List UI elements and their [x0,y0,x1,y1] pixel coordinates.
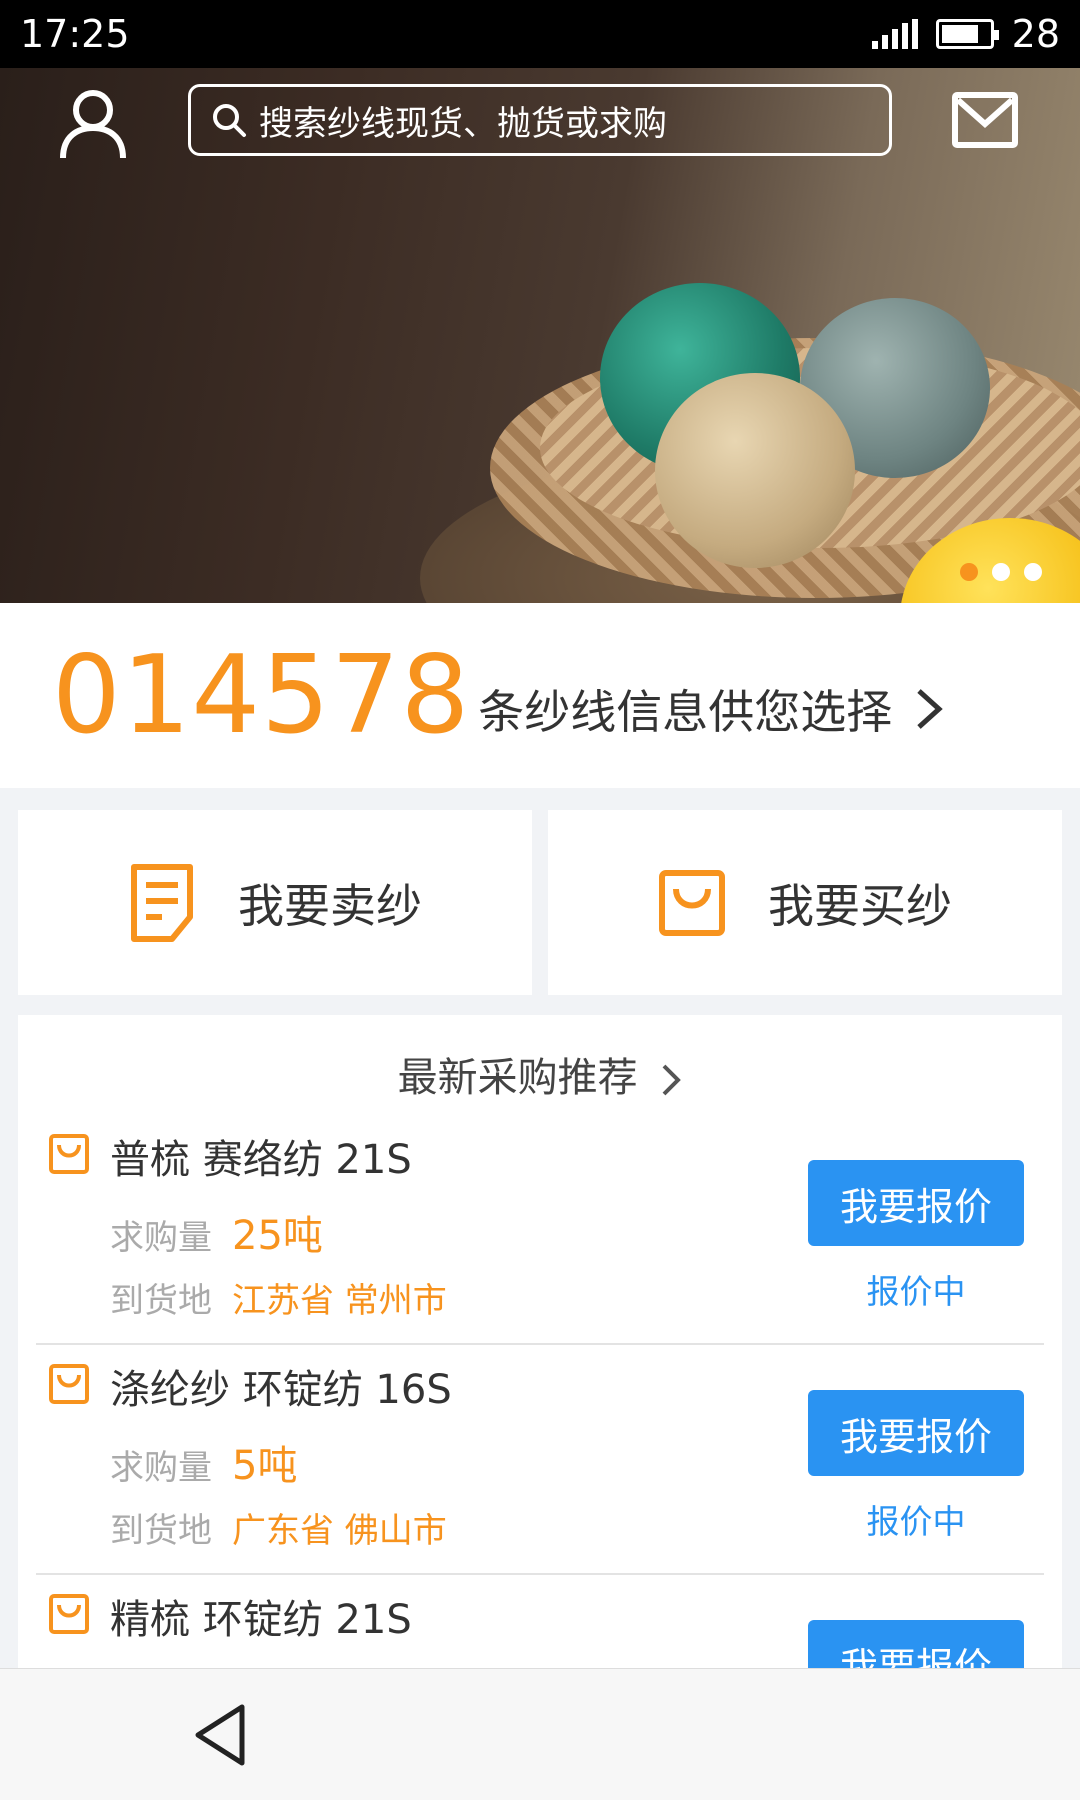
battery-icon [935,19,999,49]
qty-value: 25吨 [232,1213,323,1259]
qty-label: 求购量 [110,1448,212,1488]
item-title: 精梳 环锭纺 21S [110,1597,412,1643]
shopping-bag-icon [49,1364,89,1404]
qty-label: 求购量 [110,1218,212,1258]
shopping-bag-icon [49,1134,89,1174]
battery-level: 28 [1011,12,1060,56]
search-input[interactable]: 搜索纱线现货、抛货或求购 [188,84,892,156]
system-nav-bar [0,1668,1080,1800]
yarn-count: 014578 [52,633,471,758]
dest-value: 江苏省 常州市 [232,1281,447,1321]
document-edit-icon [131,863,193,942]
shopping-bag-icon [659,869,725,936]
item-qty-row: 求购量 5吨 [110,1433,297,1491]
buy-yarn-label: 我要买纱 [768,878,952,933]
purchase-recommendations: 最新采购推荐 普梳 赛络纺 21S 求购量 25吨 到货地 江苏省 常州市 我要报价… [18,1015,1062,1680]
buy-yarn-button[interactable]: 我要买纱 [548,810,1062,995]
search-icon [213,104,246,137]
reco-title-link[interactable]: 最新采购推荐 [18,1045,1062,1103]
dest-label: 到货地 [110,1511,212,1551]
purchase-item[interactable]: 涤纶纱 环锭纺 16S 求购量 5吨 到货地 广东省 佛山市 我要报价 报价中 [18,1345,1062,1575]
yarn-count-link[interactable]: 014578 条纱线信息供您选择 [0,603,1080,788]
banner-dot[interactable] [1024,563,1042,581]
status-time: 17:25 [20,12,130,56]
qty-value: 5吨 [232,1443,298,1489]
quote-button[interactable]: 我要报价 [808,1390,1024,1476]
quote-status: 报价中 [866,1272,966,1311]
banner-dot[interactable] [992,563,1010,581]
yarn-count-text: 条纱线信息供您选择 [478,684,893,739]
status-bar: 17:25 28 [0,0,1080,68]
user-profile-icon[interactable] [58,88,128,160]
purchase-item[interactable]: 精梳 环锭纺 21S 我要报价 [18,1575,1062,1680]
chevron-right-icon [917,688,944,729]
shopping-bag-icon [49,1594,89,1634]
back-icon[interactable] [192,1703,248,1767]
quote-status: 报价中 [866,1502,966,1541]
status-indicators: 28 [871,12,1060,56]
dest-label: 到货地 [110,1281,212,1321]
banner-dot[interactable] [960,563,978,581]
signal-icon [871,19,918,49]
item-title: 涤纶纱 环锭纺 16S [110,1367,452,1413]
item-dest-row: 到货地 江苏省 常州市 [110,1273,447,1322]
dest-value: 广东省 佛山市 [232,1511,447,1551]
purchase-item[interactable]: 普梳 赛络纺 21S 求购量 25吨 到货地 江苏省 常州市 我要报价 报价中 [18,1115,1062,1345]
yarn-ball-beige [655,373,855,568]
mail-icon[interactable] [952,92,1018,148]
item-dest-row: 到货地 广东省 佛山市 [110,1503,447,1552]
sell-yarn-label: 我要卖纱 [238,878,422,933]
item-qty-row: 求购量 25吨 [110,1203,323,1261]
quote-button[interactable]: 我要报价 [808,1160,1024,1246]
hero-banner[interactable]: 搜索纱线现货、抛货或求购 [0,68,1080,603]
search-placeholder: 搜索纱线现货、抛货或求购 [259,103,667,144]
item-title: 普梳 赛络纺 21S [110,1137,412,1183]
chevron-right-icon [662,1064,682,1096]
reco-title: 最新采购推荐 [397,1055,638,1101]
banner-pagination [960,563,1042,581]
sell-yarn-button[interactable]: 我要卖纱 [18,810,532,995]
